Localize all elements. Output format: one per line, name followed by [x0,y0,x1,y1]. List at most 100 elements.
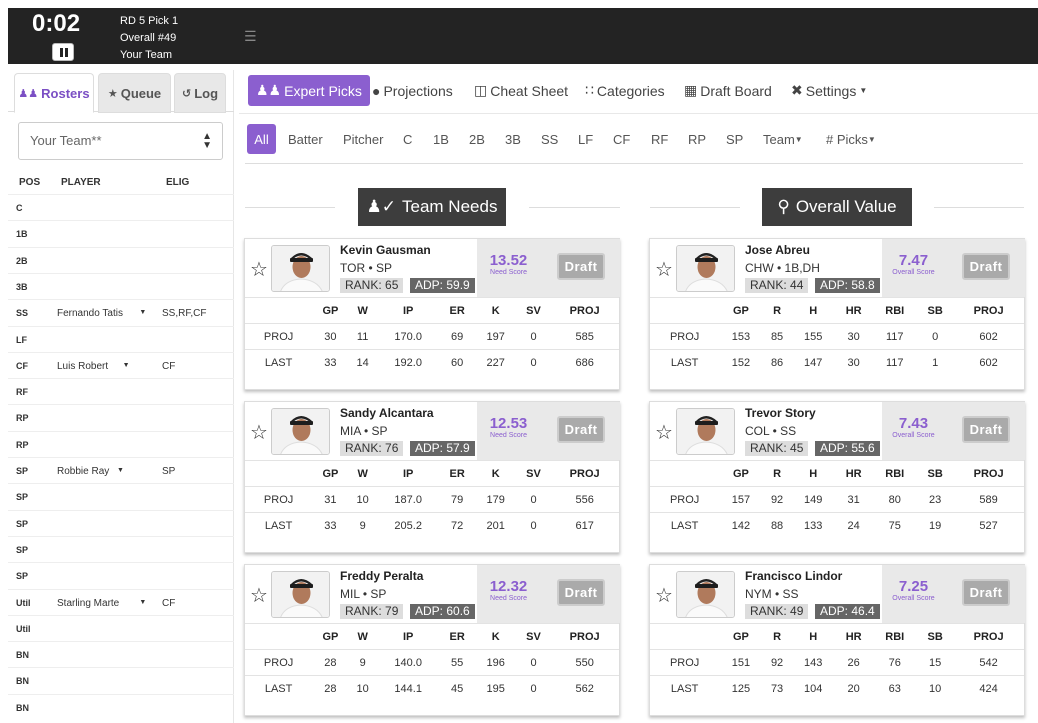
tab-log[interactable]: ↺ Log [174,73,226,113]
pause-button[interactable] [52,43,74,61]
player-name[interactable]: Kevin Gausman [340,243,431,257]
player-name[interactable]: Francisco Lindor [745,569,842,583]
roster-pos: 3B [16,281,28,292]
stats-cell: 73 [762,675,792,702]
history-icon: ↺ [181,87,192,100]
tab-rosters[interactable]: ♟♟ Rosters [14,73,94,113]
score-box: 13.52 Need Score [477,239,540,297]
stats-cell: 195 [474,675,517,702]
nav-cheat-sheet-label: Cheat Sheet [490,82,569,99]
nav-categories[interactable]: ∷ Categories [585,75,665,106]
stats-cell: PROJ [650,486,720,513]
filter-c[interactable]: C [403,124,412,154]
nav-cheat-sheet[interactable]: ◫ Cheat Sheet [474,75,568,106]
filter-label: 2B [469,131,485,147]
filter-ss[interactable]: SS [541,124,558,154]
player-photo [271,571,330,618]
table-icon: ▦ [684,82,698,98]
filter-label: SS [541,131,559,147]
stats-header: W [348,460,377,487]
draft-box: Draft [540,402,620,460]
star-icon[interactable]: ☆ [250,583,268,608]
draft-button[interactable]: Draft [962,416,1010,443]
menu-icon[interactable]: ☰ [244,28,257,45]
stats-cell: 151 [719,649,763,676]
draft-button[interactable]: Draft [557,416,605,443]
draft-button[interactable]: Draft [557,579,605,606]
filter-batter[interactable]: Batter [288,124,323,154]
filter-3b[interactable]: 3B [505,124,521,154]
filter-picks[interactable]: # Picks ▼ [826,124,876,154]
caret-down-icon[interactable]: ▼ [123,362,130,369]
player-card: ☆ Jose Abreu CHW • 1B,DH RANK: 44 ADP: 58.8 7… [649,238,1025,390]
nav-draft-board[interactable]: ▦ Draft Board [684,75,772,106]
star-icon[interactable]: ☆ [250,420,268,445]
caret-down-icon[interactable]: ▼ [139,309,146,316]
roster-player[interactable]: Robbie Ray [57,466,109,477]
stats-cell: PROJ [245,486,313,513]
filter-2b[interactable]: 2B [469,124,485,154]
stats-cell: 15 [917,649,954,676]
filter-cf[interactable]: CF [613,124,630,154]
stats-cell: 117 [872,349,918,376]
player-name[interactable]: Freddy Peralta [340,569,423,583]
star-icon[interactable]: ☆ [655,583,673,608]
stats-header: R [762,623,792,650]
player-team-pos: TOR • SP [340,261,392,275]
tab-queue[interactable]: ★ Queue [98,73,171,113]
roster-player[interactable]: Luis Robert [57,361,108,372]
rank-value: 76 [385,441,399,455]
stats-header: PROJ [550,460,619,487]
stats-cell: PROJ [650,323,720,350]
filter-all[interactable]: All [247,124,276,154]
star-icon[interactable]: ☆ [655,420,673,445]
filter-sp[interactable]: SP [726,124,743,154]
filter-team[interactable]: Team ▼ [763,124,803,154]
stats-header-row: GP W IP ER K SV PROJ [245,297,619,324]
draft-button[interactable]: Draft [962,579,1010,606]
stats-cell: 45 [439,675,475,702]
stats-cell: 617 [550,512,619,539]
draft-button[interactable]: Draft [962,253,1010,280]
star-icon[interactable]: ☆ [655,257,673,282]
caret-down-icon[interactable]: ▼ [117,467,124,474]
stats-cell: 86 [762,349,792,376]
star-icon[interactable]: ☆ [250,257,268,282]
nav-settings[interactable]: ✖ Settings ▼ [791,75,867,106]
stats-cell: 0 [917,323,954,350]
roster-elig: SP [162,466,176,477]
roster-row: BN [8,693,234,720]
stats-cell: 14 [348,349,377,376]
stats-cell: PROJ [245,323,313,350]
search-dollar-icon: ⚲ [777,197,790,216]
filter-1b[interactable]: 1B [433,124,449,154]
rank-value: 79 [385,604,399,618]
roster-elig: SS,RF,CF [162,308,207,320]
stats-cell: 0 [516,323,551,350]
filter-rf[interactable]: RF [651,124,668,154]
roster-player[interactable]: Starling Marte [57,598,119,609]
stats-cell: 602 [953,349,1024,376]
stats-row: PROJ 153 85 155 30 117 0 602 [650,323,1024,350]
stats-header: K [474,297,517,324]
caret-down-icon: ▼ [794,134,803,144]
stats-row: LAST 142 88 133 24 75 19 527 [650,512,1024,539]
filter-pitcher[interactable]: Pitcher [343,124,383,154]
draft-button[interactable]: Draft [557,253,605,280]
filter-rp[interactable]: RP [688,124,706,154]
player-name[interactable]: Sandy Alcantara [340,406,434,420]
roster-player[interactable]: Fernando Tatis [57,308,123,319]
caret-down-icon[interactable]: ▼ [139,599,146,606]
roster-header-player: PLAYER [61,177,101,188]
player-name[interactable]: Jose Abreu [745,243,810,257]
player-name[interactable]: Trevor Story [745,406,816,420]
stats-cell: 157 [719,486,763,513]
nav-expert-picks[interactable]: ♟♟ Expert Picks [248,75,370,106]
stats-header [245,623,313,650]
filter-label: Team [763,131,795,147]
nav-projections[interactable]: ● Projections [372,75,453,106]
stats-row: LAST 28 10 144.1 45 195 0 562 [245,675,619,702]
filter-lf[interactable]: LF [578,124,593,154]
player-adp: ADP: 60.6 [410,604,475,619]
team-select[interactable]: Your Team** ▲ ▼ [18,122,223,160]
